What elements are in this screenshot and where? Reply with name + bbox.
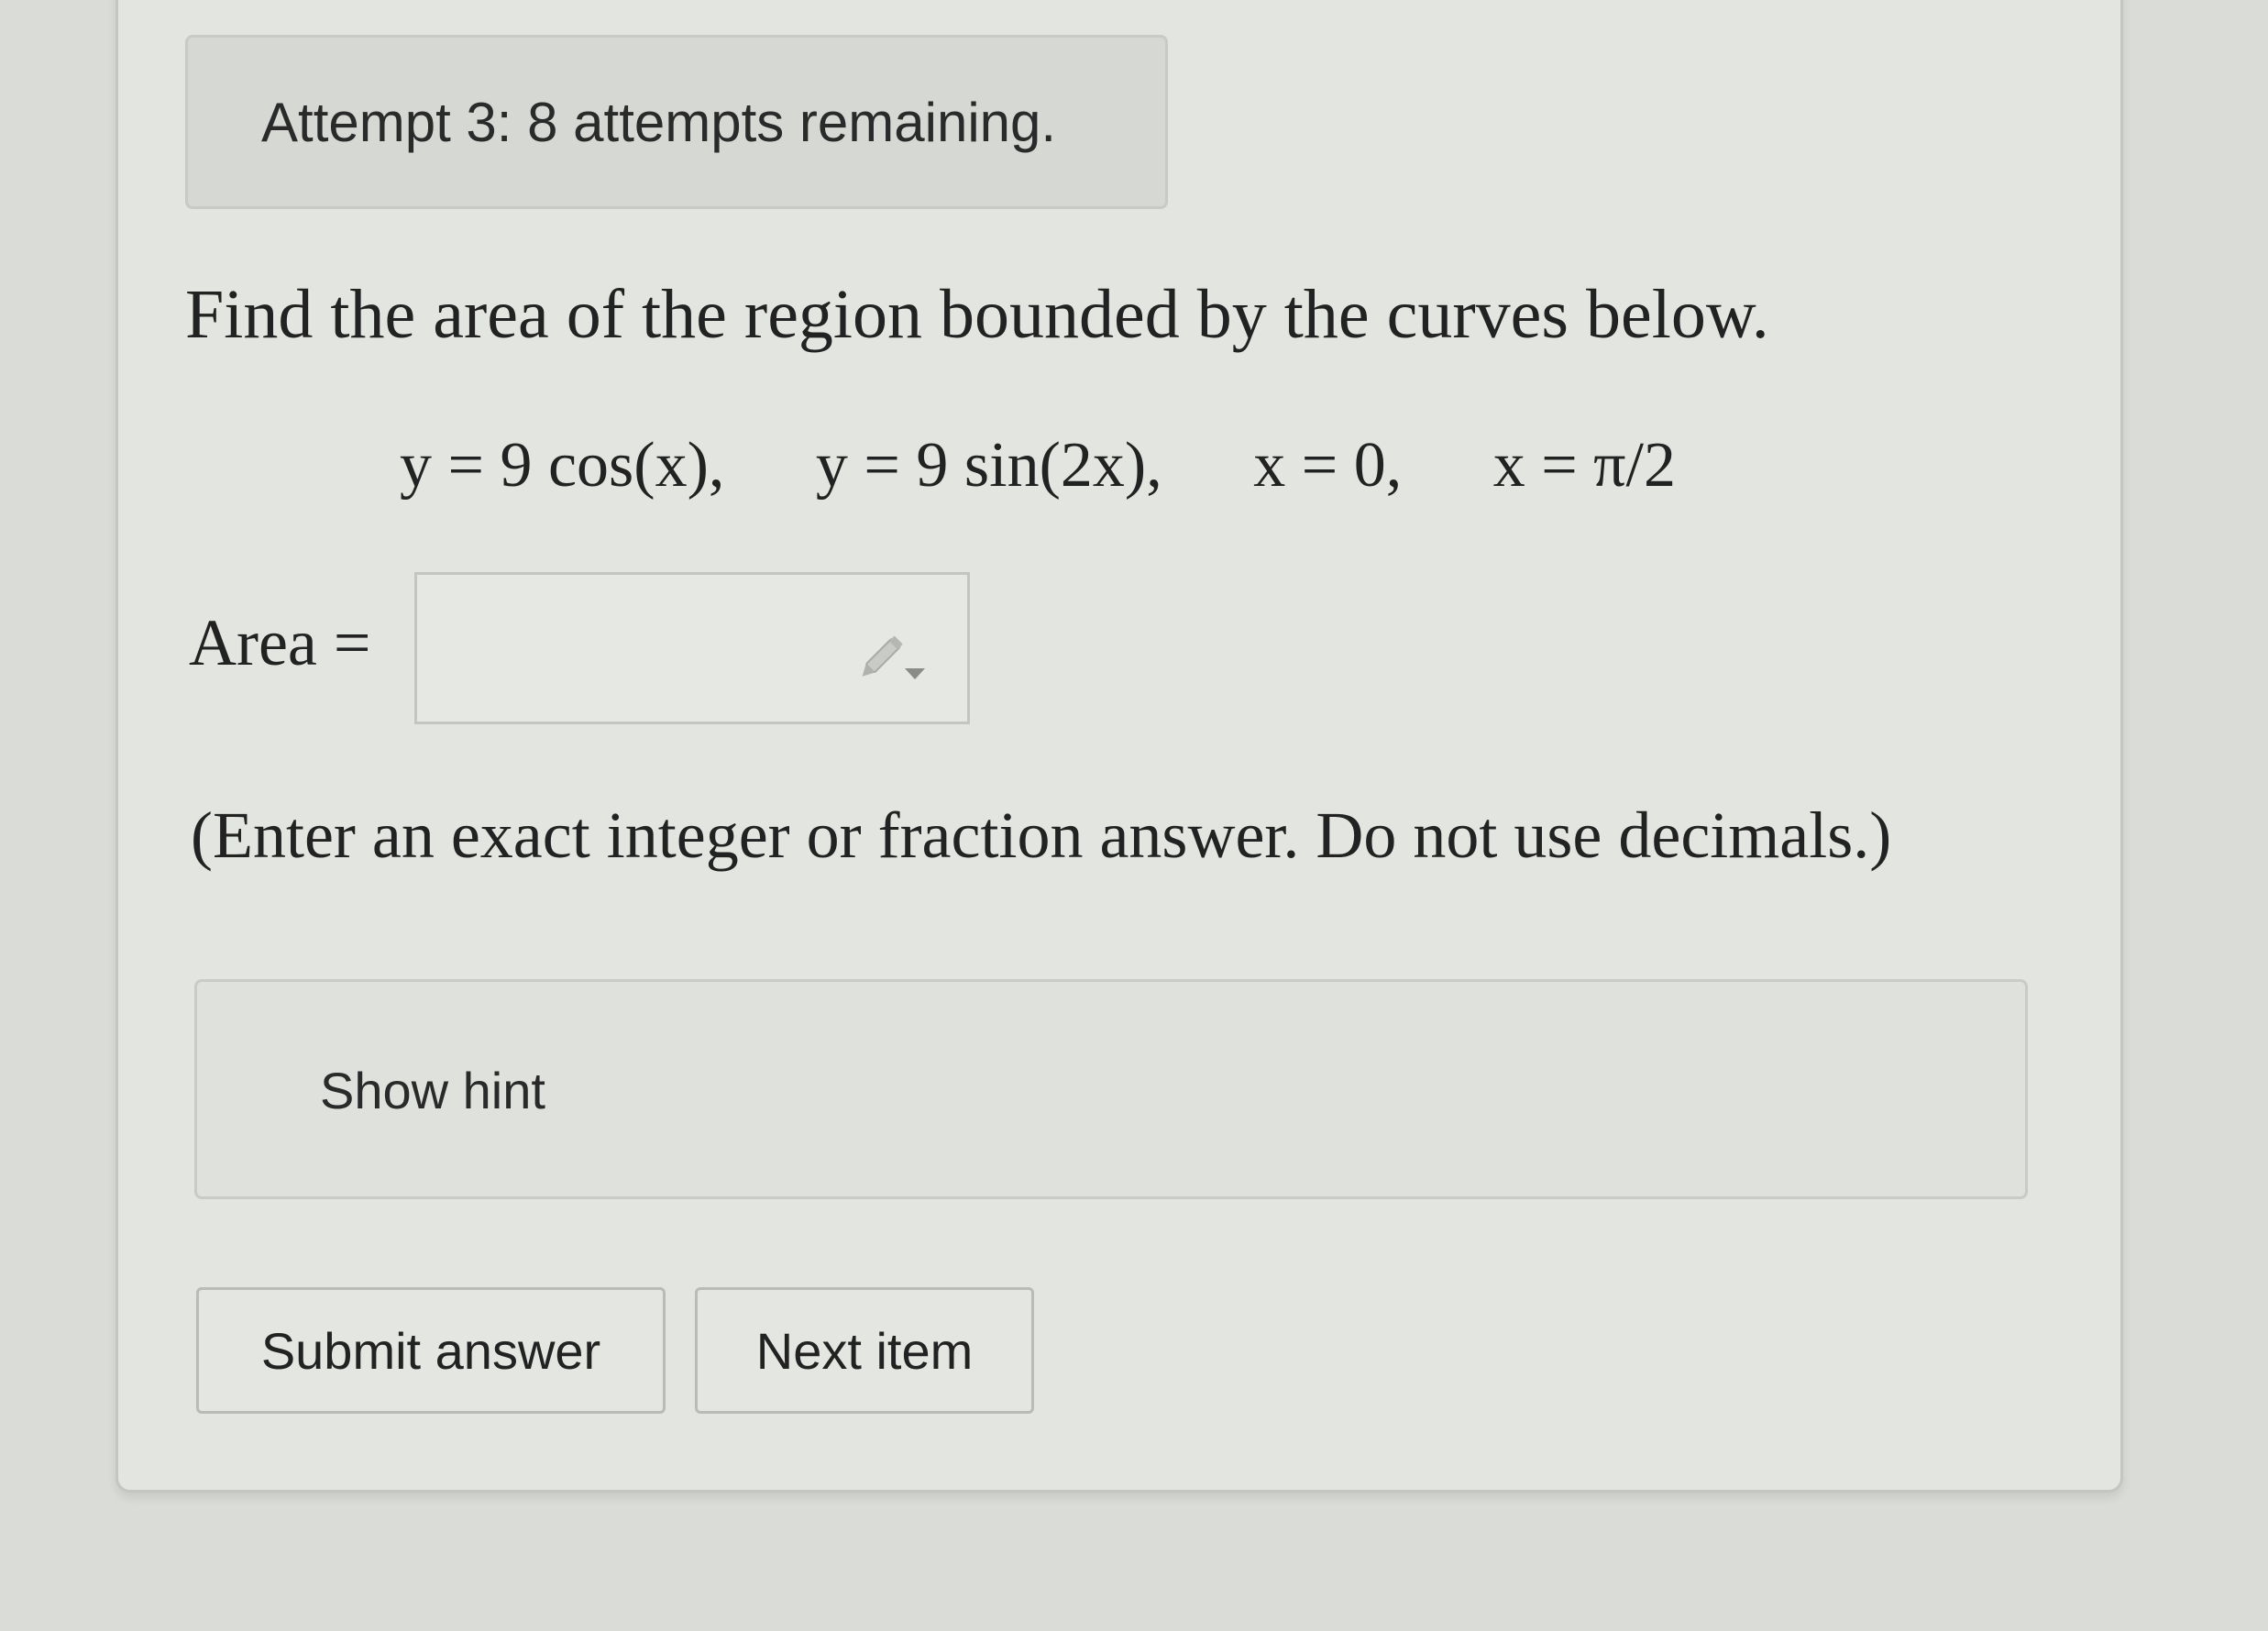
show-hint-link[interactable]: Show hint — [320, 1061, 545, 1120]
next-item-button[interactable]: Next item — [695, 1287, 1034, 1414]
answer-field[interactable] — [414, 572, 970, 724]
equations-line: y = 9 cos(x), y = 9 sin(2x), x = 0, x = … — [400, 429, 1676, 502]
submit-answer-button[interactable]: Submit answer — [196, 1287, 666, 1414]
equation-1: y = 9 cos(x), — [400, 430, 725, 501]
answer-instructions: (Enter an exact integer or fraction answ… — [191, 799, 1892, 872]
equation-3: x = 0, — [1253, 430, 1403, 501]
equation-2: y = 9 sin(2x), — [815, 430, 1162, 501]
hint-box[interactable]: Show hint — [194, 979, 2028, 1199]
pencil-dropdown-icon[interactable] — [857, 623, 930, 687]
question-panel — [116, 0, 2123, 1493]
area-label: Area = — [189, 606, 371, 679]
attempt-status-text: Attempt 3: 8 attempts remaining. — [261, 91, 1057, 153]
attempt-status-box: Attempt 3: 8 attempts remaining. — [185, 35, 1168, 209]
answer-input[interactable] — [426, 584, 833, 714]
equation-4: x = π/2 — [1492, 430, 1676, 501]
question-prompt: Find the area of the region bounded by t… — [185, 276, 1769, 353]
